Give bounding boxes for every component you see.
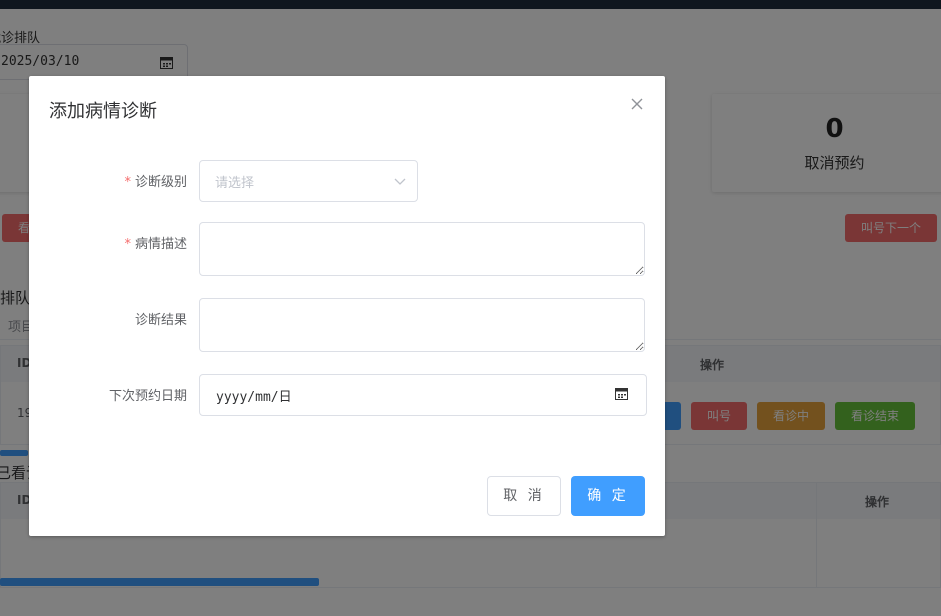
level-select[interactable]: 请选择 bbox=[199, 160, 418, 202]
add-diagnosis-dialog: 添加病情诊断 * 诊断级别 请选择 * 病情描述 诊断结果 下次预约日期 yyyy/… bbox=[29, 76, 665, 536]
description-label-text: 病情描述 bbox=[134, 237, 187, 252]
dialog-title: 添加病情诊断 bbox=[49, 101, 157, 122]
level-label: * 诊断级别 bbox=[29, 171, 187, 190]
close-icon[interactable] bbox=[629, 96, 645, 112]
description-textarea[interactable] bbox=[199, 222, 645, 276]
cancel-button[interactable]: 取 消 bbox=[487, 476, 561, 516]
next-date-value: yyyy/mm/日 bbox=[216, 390, 292, 405]
required-mark: * bbox=[124, 237, 131, 252]
confirm-button[interactable]: 确 定 bbox=[571, 476, 645, 516]
result-textarea[interactable] bbox=[199, 298, 645, 352]
level-placeholder: 请选择 bbox=[215, 176, 255, 191]
next-date-label: 下次预约日期 bbox=[108, 389, 187, 404]
result-label: 诊断结果 bbox=[134, 313, 187, 328]
chevron-down-icon bbox=[393, 174, 407, 192]
description-label: * 病情描述 bbox=[29, 233, 187, 252]
required-mark: * bbox=[124, 175, 131, 190]
next-date-input[interactable]: yyyy/mm/日 bbox=[199, 374, 647, 416]
calendar-icon[interactable] bbox=[615, 387, 628, 404]
level-label-text: 诊断级别 bbox=[134, 175, 187, 190]
